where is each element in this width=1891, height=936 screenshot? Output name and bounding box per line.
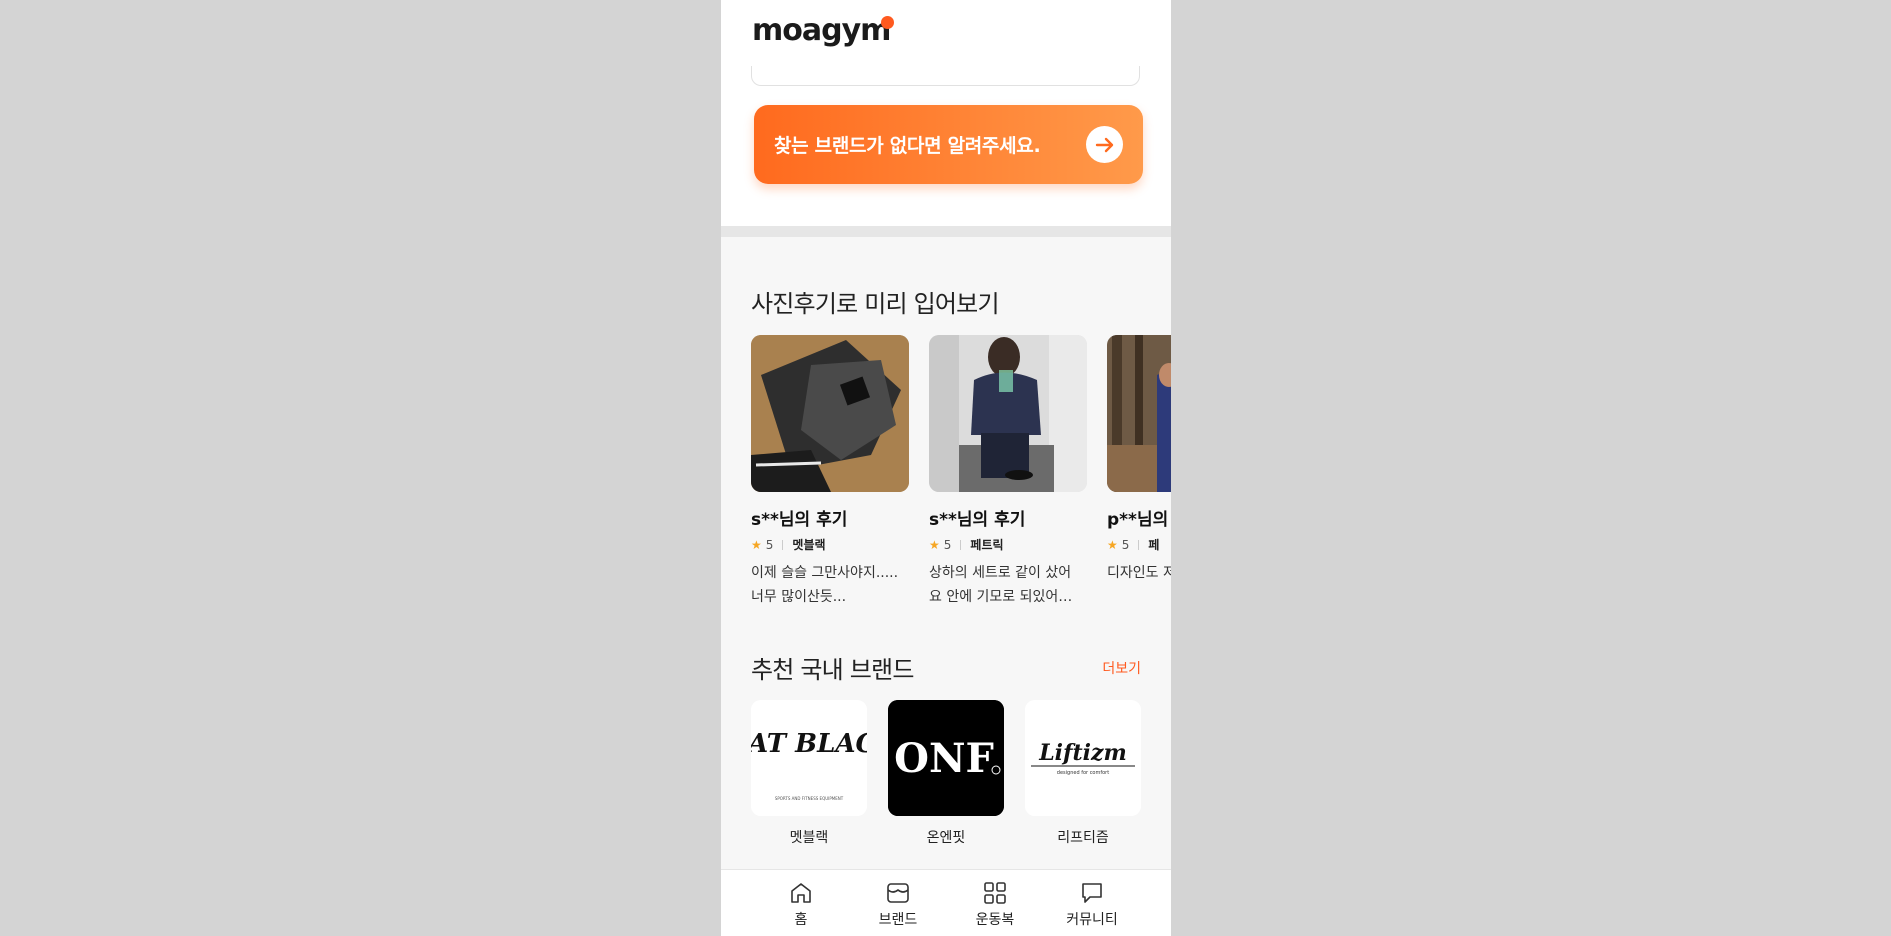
review-title: s**님의 후기 [751,510,848,530]
more-brands-link[interactable]: 더보기 [1102,658,1141,678]
meta-separator [1138,539,1140,550]
brand-card[interactable]: Liftizm designed for comfort 리프티즘 [1025,700,1141,847]
review-title: s**님의 후기 [929,510,1026,530]
nav-community[interactable]: 커뮤니티 [1047,880,1137,929]
nav-sportswear-label: 운동복 [975,912,1015,928]
app-screen: moagym 찾는 브랜드가 없다면 알려주세요. 사진후기로 미리 입어보기 [721,0,1171,936]
brand-card[interactable]: MAT BLACK SPORTS AND FITNESS EQUIPMENT 멧… [751,700,867,847]
star-icon: ★ [1107,537,1118,552]
brand-name: 온엔핏 [926,830,966,846]
review-card[interactable]: s**님의 후기 ★ 5 멧블랙 이제 슬슬 그만사야지..... 너무 많이산… [751,335,909,609]
review-rating: 5 [1121,537,1130,552]
brand-logo-subtext: SPORTS AND FITNESS EQUIPMENT [775,796,844,801]
review-brand: 페 [1148,538,1160,552]
review-rating: 5 [765,537,774,552]
star-icon: ★ [751,537,762,552]
review-photo [1107,335,1171,492]
app-logo[interactable]: moagym [752,13,891,49]
brand-logo: MAT BLACK SPORTS AND FITNESS EQUIPMENT [751,700,867,816]
grid-icon [984,882,1006,904]
review-meta: ★ 5 페 [1107,536,1171,553]
home-icon [791,883,811,903]
brand-logo-subtext: designed for comfort [1057,770,1109,776]
request-brand-label: 찾는 브랜드가 없다면 알려주세요. [774,135,1041,157]
star-icon: ★ [929,537,940,552]
brand-name: 멧블랙 [789,830,829,846]
request-brand-button[interactable]: 찾는 브랜드가 없다면 알려주세요. [754,105,1143,184]
nav-sportswear[interactable]: 운동복 [950,880,1040,929]
review-meta: ★ 5 멧블랙 [751,536,909,553]
arrow-right-icon [1086,126,1123,163]
chat-icon [1082,883,1102,903]
review-photo [929,335,1087,492]
brand-logo-text: Liftizm [1038,740,1127,766]
brand-card[interactable]: ONF 온엔핏 [888,700,1004,847]
meta-separator [960,539,962,550]
review-photo [751,335,909,492]
recommended-brands-title: 추천 국내 브랜드 [751,656,914,684]
brand-logo: Liftizm designed for comfort [1025,700,1141,816]
meta-separator [782,539,784,550]
section-divider [721,226,1171,237]
review-text: 상하의 세트로 같이 샀어요 안에 기모로 되있어… [929,565,1073,605]
review-brand: 페트릭 [970,538,1004,552]
review-meta: ★ 5 페트릭 [929,536,1087,553]
logo-dot [881,16,894,29]
bottom-nav: 홈 브랜드 운동복 커뮤니티 [721,869,1171,936]
nav-home-label: 홈 [794,912,808,928]
review-brand: 멧블랙 [792,538,826,552]
nav-brand-label: 브랜드 [878,912,918,928]
review-text: 디자인도 저 이즈도 딱 맞 [1107,565,1171,581]
nav-community-label: 커뮤니티 [1066,912,1118,928]
brand-logo: ONF [888,700,1004,816]
store-icon [887,883,909,903]
brand-logo-text: ONF [894,735,994,782]
review-title: p**님의 [1107,510,1169,530]
review-card[interactable]: p**님의 ★ 5 페 디자인도 저 이즈도 딱 맞 [1107,335,1171,609]
brand-name: 리프티즘 [1057,830,1109,846]
nav-home[interactable]: 홈 [756,880,846,929]
photo-reviews-title: 사진후기로 미리 입어보기 [751,290,1000,318]
nav-brand[interactable]: 브랜드 [853,880,943,929]
header: moagym [721,0,1171,66]
review-rating: 5 [943,537,952,552]
review-card[interactable]: s**님의 후기 ★ 5 페트릭 상하의 세트로 같이 샀어요 안에 기모로 되… [929,335,1087,609]
brand-logo-text: MAT BLACK [751,729,867,759]
review-text: 이제 슬슬 그만사야지..... 너무 많이산듯... [751,565,899,605]
